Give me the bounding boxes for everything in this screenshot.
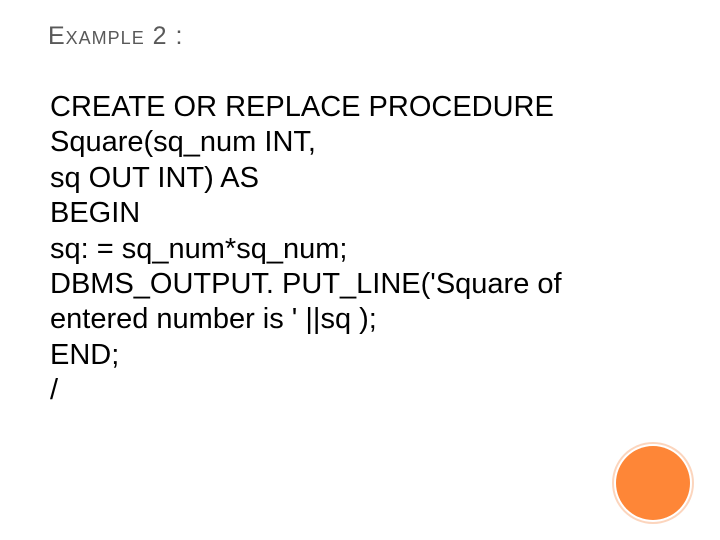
slide: Example 2 : CREATE OR REPLACE PROCEDURE …	[0, 0, 720, 540]
code-line: sq: = sq_num*sq_num;	[50, 232, 660, 267]
slide-title: Example 2 :	[48, 22, 183, 51]
code-line: BEGIN	[50, 196, 660, 231]
code-line: DBMS_OUTPUT. PUT_LINE('Square of	[50, 267, 660, 302]
code-line: END;	[50, 338, 660, 373]
code-line: /	[50, 373, 660, 408]
code-line: CREATE OR REPLACE PROCEDURE	[50, 90, 660, 125]
code-line: Square(sq_num INT,	[50, 125, 660, 160]
accent-circle-icon	[616, 446, 690, 520]
code-line: entered number is ' ||sq );	[50, 302, 660, 337]
code-block: CREATE OR REPLACE PROCEDURE Square(sq_nu…	[50, 90, 660, 408]
code-line: sq OUT INT) AS	[50, 161, 660, 196]
